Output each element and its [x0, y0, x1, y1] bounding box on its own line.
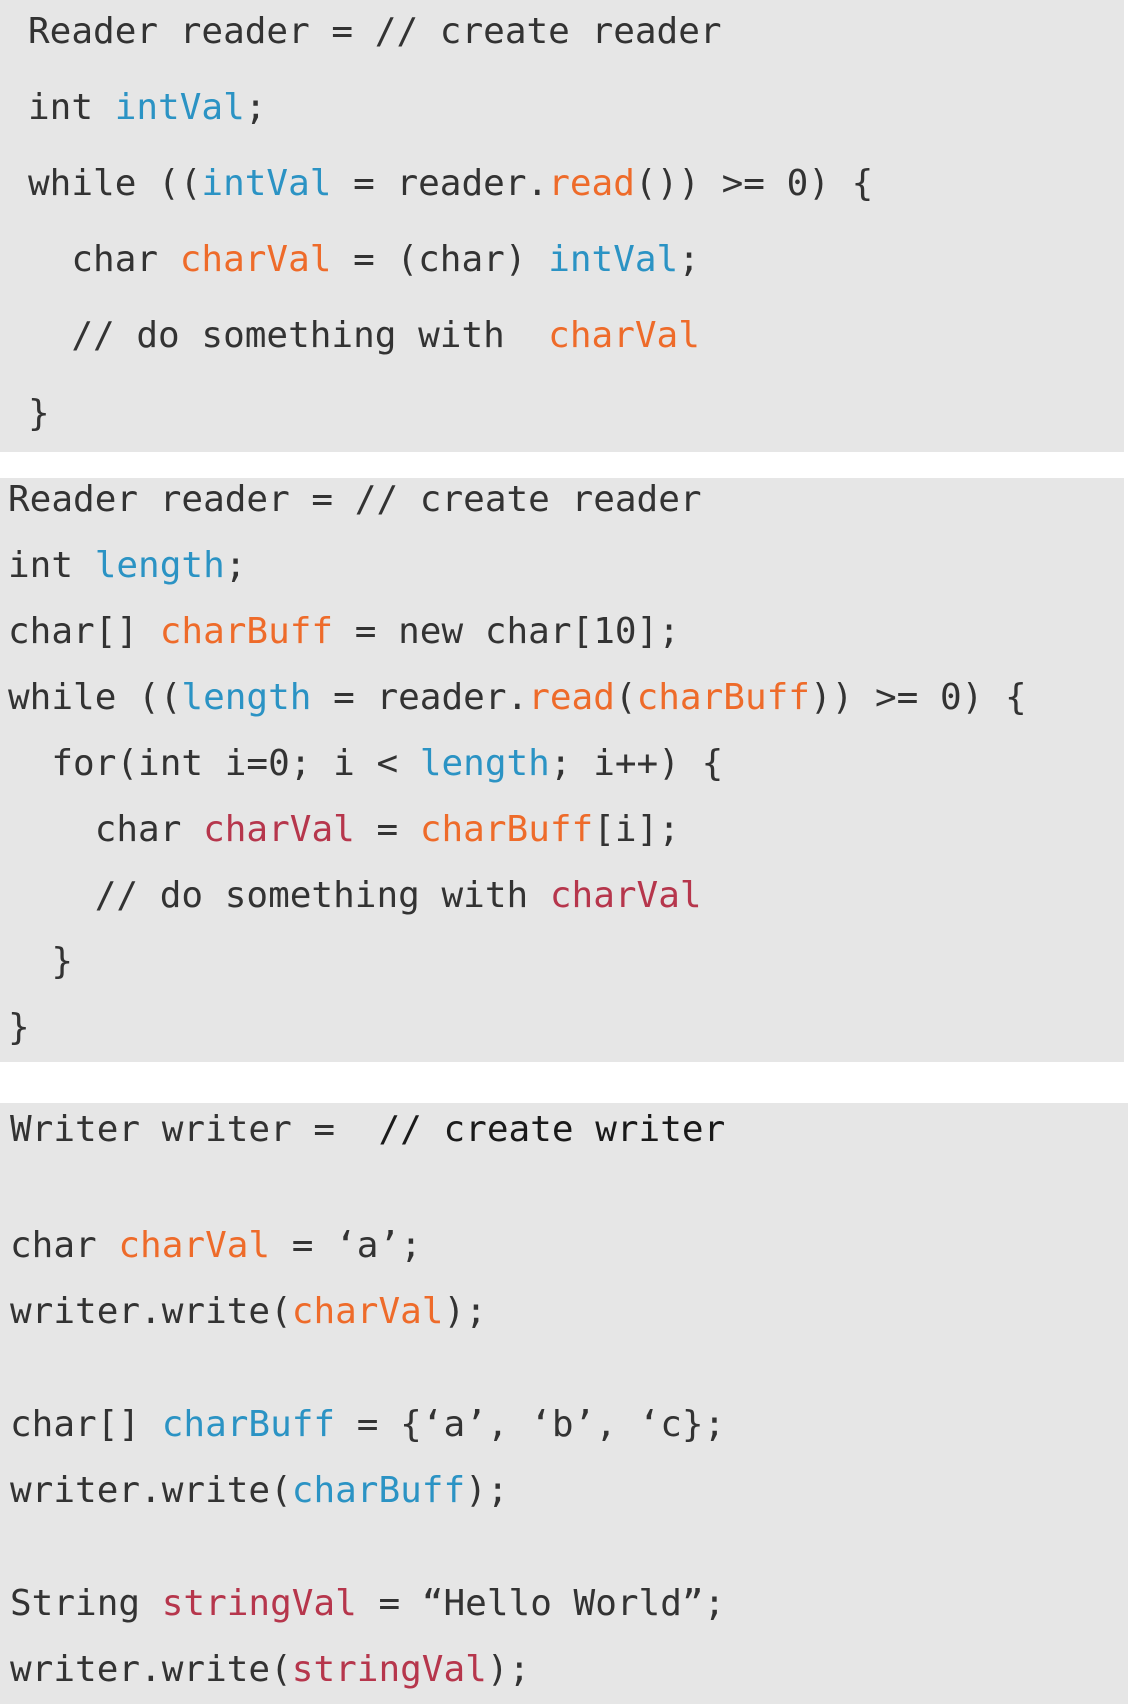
code-token: = “Hello World”;: [356, 1583, 726, 1624]
code-token: charVal: [291, 1291, 444, 1332]
code-token: intVal: [114, 87, 245, 128]
code-token: writer.write(: [10, 1649, 292, 1690]
code-token: ;: [678, 239, 700, 280]
code-token: ;: [224, 545, 247, 586]
code-token: // do something with: [28, 315, 549, 356]
code-line: int length;: [8, 544, 246, 588]
code-token: =: [354, 809, 420, 850]
code-token: );: [465, 1470, 509, 1511]
code-token: char[]: [8, 611, 160, 652]
code-token: stringVal: [161, 1583, 357, 1624]
code-block-writer: Writer writer = // create writer char cha…: [0, 1103, 1128, 1704]
code-token: char: [8, 809, 204, 850]
code-token: Writer writer =: [10, 1109, 379, 1150]
code-token: ;: [244, 87, 267, 128]
code-token: length: [94, 545, 225, 586]
code-token: charBuff: [636, 677, 810, 718]
code-line: }: [8, 940, 73, 984]
code-token: charBuff: [291, 1470, 466, 1511]
code-line: writer.write(stringVal);: [10, 1648, 530, 1692]
code-token: = reader.: [331, 163, 549, 204]
code-token: while ((: [28, 163, 202, 204]
code-token: stringVal: [291, 1649, 487, 1690]
code-token: read: [548, 163, 635, 204]
code-line: Reader reader = // create reader: [28, 10, 722, 54]
code-token: }: [28, 393, 50, 434]
code-line: char charVal = (char) intVal;: [28, 238, 700, 282]
code-token: read: [528, 677, 615, 718]
code-token: );: [486, 1649, 531, 1690]
code-line: for(int i=0; i < length; i++) {: [8, 742, 723, 786]
code-line: Reader reader = // create reader: [8, 478, 702, 522]
code-token: = (char): [331, 239, 549, 280]
code-token: = {‘a’, ‘b’, ‘c};: [335, 1404, 726, 1445]
code-token: = ‘a’;: [270, 1225, 422, 1266]
code-token: char: [28, 239, 180, 280]
code-token: writer.write(: [10, 1470, 292, 1511]
code-token: ; i++) {: [549, 743, 724, 784]
code-line: }: [28, 392, 50, 436]
code-token: Reader reader = // create reader: [28, 11, 722, 52]
code-block-buffer-read: Reader reader = // create reader int leng…: [0, 478, 1124, 1062]
code-token: }: [8, 941, 74, 982]
code-line: writer.write(charBuff);: [10, 1469, 509, 1513]
code-token: intVal: [201, 163, 332, 204]
code-token: char: [10, 1225, 119, 1266]
code-token: charBuff: [161, 1404, 336, 1445]
code-token: ()) >= 0) {: [634, 163, 874, 204]
code-token: charVal: [548, 315, 700, 356]
code-line: char charVal = charBuff[i];: [8, 808, 680, 852]
code-line: }: [8, 1006, 30, 1050]
code-line: Writer writer = // create writer: [10, 1108, 725, 1152]
code-token: );: [443, 1291, 487, 1332]
code-token: charVal: [118, 1225, 271, 1266]
code-line: writer.write(charVal);: [10, 1290, 487, 1334]
code-token: Reader reader = // create reader: [8, 479, 702, 520]
code-block-char-read: Reader reader = // create reader int intV…: [0, 0, 1124, 452]
code-token: charVal: [549, 875, 702, 916]
code-token: int: [28, 87, 115, 128]
code-token: // do something with: [8, 875, 550, 916]
code-token: for(int i=0; i <: [8, 743, 420, 784]
code-token: charVal: [179, 239, 332, 280]
code-token: charBuff: [159, 611, 334, 652]
code-line: char charVal = ‘a’;: [10, 1224, 422, 1268]
code-token: (: [614, 677, 637, 718]
code-token: // create writer: [378, 1109, 726, 1150]
code-line: while ((length = reader.read(charBuff)) …: [8, 676, 1027, 720]
code-token: = reader.: [311, 677, 529, 718]
code-token: while ((: [8, 677, 182, 718]
code-token: charBuff: [419, 809, 594, 850]
code-token: length: [419, 743, 550, 784]
code-token: charVal: [203, 809, 355, 850]
code-line: char[] charBuff = new char[10];: [8, 610, 680, 654]
code-token: = new char[10];: [333, 611, 680, 652]
code-token: length: [181, 677, 312, 718]
code-token: writer.write(: [10, 1291, 292, 1332]
code-token: }: [8, 1007, 30, 1048]
code-token: String: [10, 1583, 162, 1624]
code-line: char[] charBuff = {‘a’, ‘b’, ‘c};: [10, 1403, 725, 1447]
code-line: // do something with charVal: [8, 874, 702, 918]
code-token: char[]: [10, 1404, 162, 1445]
code-line: int intVal;: [28, 86, 266, 130]
code-token: int: [8, 545, 95, 586]
code-token: [i];: [593, 809, 680, 850]
code-line: // do something with charVal: [28, 314, 700, 358]
code-line: String stringVal = “Hello World”;: [10, 1582, 725, 1626]
code-line: while ((intVal = reader.read()) >= 0) {: [28, 162, 873, 206]
code-token: intVal: [548, 239, 679, 280]
code-token: )) >= 0) {: [809, 677, 1027, 718]
